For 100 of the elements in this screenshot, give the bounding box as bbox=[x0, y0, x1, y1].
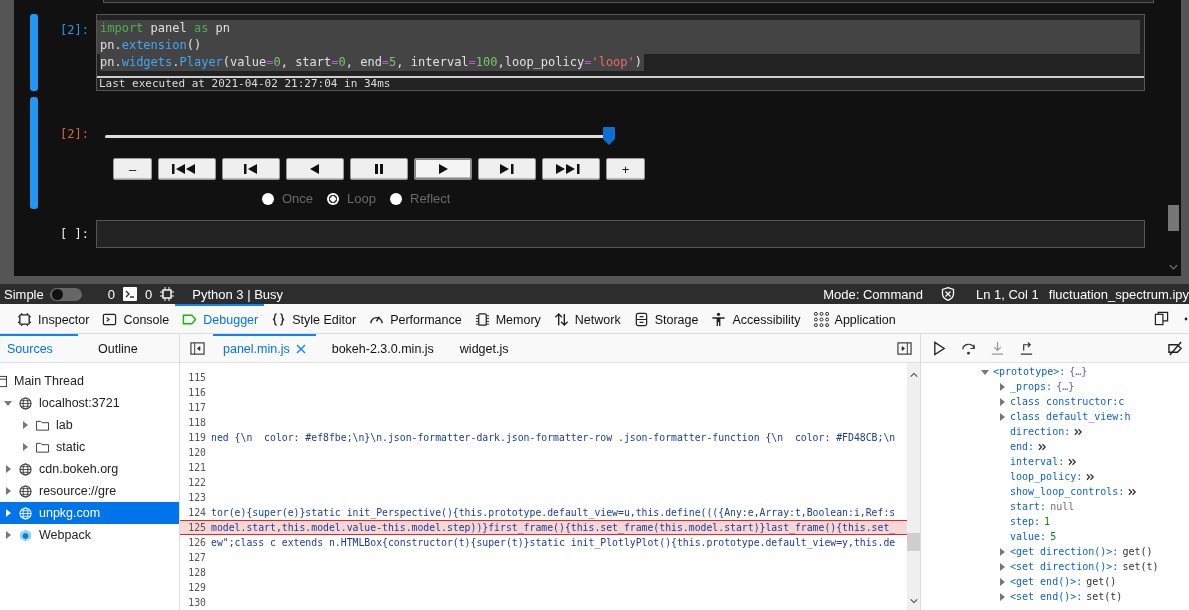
getter-icon[interactable] bbox=[1038, 442, 1048, 451]
resume-icon[interactable] bbox=[932, 340, 947, 356]
devtools-tab[interactable]: Network bbox=[546, 304, 627, 333]
devtools-tab[interactable]: Accessibility bbox=[704, 304, 807, 333]
sidebar-toggle-icon[interactable] bbox=[190, 340, 205, 356]
code-input[interactable]: import panel as pn pn.extension() pn.widgets.Player(value=0, start=0, end=5, interval=100,loop_policy='loop') Last executed at 2021-04-02 21:27:04 in 34ms bbox=[96, 14, 1145, 91]
player-button[interactable] bbox=[414, 158, 472, 180]
expanded-arrow-icon[interactable] bbox=[4, 399, 12, 407]
line-number[interactable]: 120 bbox=[180, 445, 211, 460]
editor-tab[interactable]: widget.js bbox=[449, 334, 519, 362]
getter-icon[interactable] bbox=[1068, 457, 1078, 466]
source-tree-item[interactable]: static bbox=[0, 436, 179, 458]
devtools-tab[interactable]: Application bbox=[806, 304, 902, 333]
source-tree-item[interactable]: cdn.bokeh.org bbox=[0, 458, 179, 480]
cpu-icon[interactable] bbox=[160, 287, 175, 301]
devtools-tab[interactable]: Memory bbox=[467, 304, 547, 333]
collapsed-arrow-icon[interactable] bbox=[21, 443, 29, 451]
getter-icon[interactable] bbox=[1128, 487, 1138, 496]
collapsed-arrow-icon[interactable] bbox=[4, 531, 12, 539]
scroll-thumb[interactable] bbox=[907, 533, 920, 551]
line-number[interactable]: 126 bbox=[180, 535, 211, 550]
player-button[interactable] bbox=[158, 158, 216, 180]
line-number[interactable]: 128 bbox=[180, 565, 211, 580]
cube-icon bbox=[19, 528, 32, 542]
code-input[interactable] bbox=[96, 220, 1145, 248]
getter-icon[interactable] bbox=[1086, 472, 1096, 481]
line-number[interactable]: 118 bbox=[180, 415, 211, 430]
globe-icon bbox=[19, 484, 32, 498]
source-tree-item[interactable]: Main Thread bbox=[0, 370, 179, 392]
collapsed-arrow-icon[interactable] bbox=[4, 487, 12, 495]
line-number[interactable]: 122 bbox=[180, 475, 211, 490]
more-icon[interactable] bbox=[1183, 315, 1189, 322]
code-line: model.start,this.model.value-this.model.step))}first_frame(){this.set_frame(this.model.start)}last_frame(){this.set_ bbox=[211, 521, 896, 534]
source-tree-item[interactable]: Webpack bbox=[0, 524, 179, 546]
slider-thumb[interactable] bbox=[603, 127, 615, 145]
scrollbar[interactable] bbox=[907, 363, 920, 610]
step-in-icon[interactable] bbox=[990, 340, 1005, 356]
scroll-up-icon[interactable] bbox=[909, 372, 918, 378]
player-button[interactable] bbox=[350, 158, 408, 180]
up-down-arrows-icon bbox=[553, 312, 569, 327]
player-button[interactable] bbox=[286, 158, 344, 180]
close-icon[interactable] bbox=[295, 344, 306, 354]
scope-variable-name: show_loop_controls: bbox=[1010, 486, 1125, 497]
collapsed-arrow-icon[interactable] bbox=[4, 465, 12, 473]
devtools-tab[interactable]: Performance bbox=[362, 304, 468, 333]
sidebar-tab[interactable]: Outline bbox=[78, 334, 168, 362]
radio-button[interactable] bbox=[327, 192, 340, 205]
collapsed-arrow-icon[interactable] bbox=[21, 421, 29, 429]
radio-label: Loop bbox=[347, 191, 376, 206]
braces-icon bbox=[271, 312, 287, 327]
line-number[interactable]: 125 bbox=[180, 521, 211, 534]
radio-button[interactable] bbox=[390, 192, 402, 205]
shield-icon[interactable] bbox=[940, 287, 955, 301]
source-tree-item[interactable]: unpkg.com bbox=[0, 502, 179, 524]
player-button[interactable]: + bbox=[606, 158, 645, 180]
devtools-tab[interactable]: Inspector bbox=[10, 304, 96, 333]
line-number[interactable]: 130 bbox=[180, 595, 211, 610]
deactivate-breakpoints-icon[interactable] bbox=[1168, 340, 1183, 356]
line-number[interactable]: 119 bbox=[180, 430, 211, 445]
devtools-tab[interactable]: Console bbox=[95, 304, 176, 333]
scroll-down-icon[interactable] bbox=[909, 598, 918, 604]
radio-button[interactable] bbox=[262, 192, 274, 205]
line-number[interactable]: 124 bbox=[180, 505, 211, 520]
sidebar-tab[interactable]: Sources bbox=[0, 334, 78, 362]
slider[interactable] bbox=[105, 127, 613, 145]
simple-mode-toggle[interactable] bbox=[49, 287, 82, 301]
line-number[interactable]: 121 bbox=[180, 460, 211, 475]
player-button[interactable] bbox=[478, 158, 536, 180]
editor-tab[interactable]: bokeh-2.3.0.min.js bbox=[321, 334, 444, 362]
editor-tab[interactable]: panel.min.js bbox=[213, 334, 316, 362]
line-number[interactable]: 127 bbox=[180, 550, 211, 565]
cursor-position[interactable]: Ln 1, Col 1 bbox=[975, 286, 1039, 302]
line-number[interactable]: 123 bbox=[180, 490, 211, 505]
collapsed-arrow-icon[interactable] bbox=[4, 509, 12, 517]
step-out-icon[interactable] bbox=[1019, 340, 1034, 356]
scope-variable-name: <get direction()>: bbox=[1010, 546, 1119, 557]
scope-variable-value: get() bbox=[1086, 576, 1117, 587]
scroll-down-icon[interactable] bbox=[1169, 264, 1178, 270]
line-number[interactable]: 116 bbox=[180, 385, 211, 400]
terminal-icon[interactable] bbox=[123, 287, 137, 301]
player-button[interactable] bbox=[222, 158, 280, 180]
source-tree-item[interactable]: localhost:3721 bbox=[0, 392, 179, 414]
expanded-arrow-icon[interactable] bbox=[981, 367, 989, 376]
devtools-tab[interactable]: Storage bbox=[626, 304, 705, 333]
devtools-tab[interactable]: Style Editor bbox=[264, 304, 363, 333]
player-button[interactable]: – bbox=[113, 158, 152, 180]
responsive-design-icon[interactable] bbox=[1154, 311, 1169, 326]
code-line: ned {\n color: #ef8fbe;\n}\n.json-formatter-dark.json-formatter-row .json-formatter-function {\n color: #FD48CB;\n bbox=[211, 431, 896, 445]
source-tree-item[interactable]: resource://gre bbox=[0, 480, 179, 502]
line-number[interactable]: 129 bbox=[180, 580, 211, 595]
scope-variable-name: <get end()>: bbox=[1010, 576, 1083, 587]
source-tree-item[interactable]: lab bbox=[0, 414, 179, 436]
line-number[interactable]: 117 bbox=[180, 400, 211, 415]
getter-icon[interactable] bbox=[1074, 427, 1084, 436]
radio-label: Once bbox=[282, 191, 314, 206]
folder-icon bbox=[36, 440, 49, 454]
line-number[interactable]: 115 bbox=[180, 370, 211, 385]
kernel-status[interactable]: Python 3 | Busy bbox=[192, 286, 284, 302]
sidebar-toggle-icon[interactable] bbox=[897, 340, 912, 356]
player-button[interactable] bbox=[542, 158, 600, 180]
